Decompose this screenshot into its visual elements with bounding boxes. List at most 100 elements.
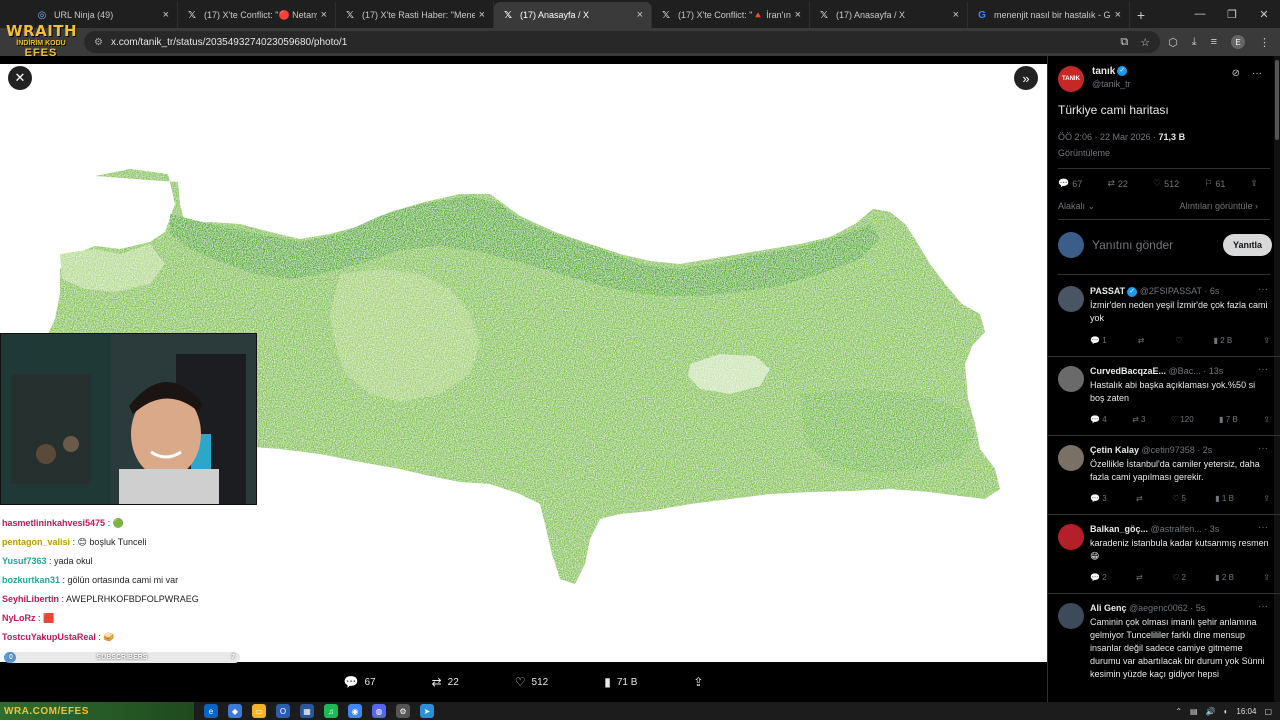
reading-list-icon[interactable]: ≡ (1211, 36, 1217, 48)
like-stat[interactable]: ♡ (1175, 336, 1182, 345)
minimize-icon[interactable]: — (1184, 0, 1216, 28)
repost-stat[interactable]: ⇄ (1138, 336, 1145, 345)
reply-author-name[interactable]: Ali Genç (1090, 603, 1127, 613)
downloads-icon[interactable]: ⤓ (1192, 36, 1197, 49)
reply-handle[interactable]: @cetin97358 · 2s (1142, 445, 1213, 455)
reply-stat[interactable]: 💬 2 (1090, 573, 1107, 582)
post-timestamp[interactable]: ÖÖ 2:06 · 22 Mar 2026 · (1058, 132, 1159, 142)
url-field[interactable]: ⚙ x.com/tanik_tr/status/2035493274023059… (84, 31, 1161, 53)
bookmark-star-icon[interactable]: ☆ (1140, 36, 1150, 49)
like-action[interactable]: ♡ 512 (515, 675, 548, 689)
reply-handle[interactable]: @aegenc0062 · 5s (1129, 603, 1205, 613)
reply-author-name[interactable]: CurvedBacqzaE... (1090, 366, 1166, 376)
share-icon[interactable]: ⇪ (1263, 573, 1270, 582)
toggle-sidebar-button[interactable]: » (1014, 66, 1038, 90)
reply-input[interactable]: Yanıtını gönder (1092, 238, 1215, 252)
reply-author-name[interactable]: PASSAT (1090, 286, 1125, 296)
views-stat[interactable]: ▮ 2 B (1215, 573, 1234, 582)
menu-kebab-icon[interactable]: ⋮ (1259, 36, 1270, 49)
browser-tab[interactable]: 𝕏 (17) Anasayfa / X × (810, 2, 968, 28)
pin-icon[interactable]: ➤ (420, 704, 434, 718)
like-stat[interactable]: ♡ 512 (1153, 178, 1179, 189)
copilot-icon[interactable]: ◆ (228, 704, 242, 718)
sidebar-scrollbar[interactable] (1274, 56, 1280, 702)
browser-tab[interactable]: G menenjit nasıl bir hastalık - Goo × (968, 2, 1130, 28)
author-avatar[interactable]: TANIK (1058, 66, 1084, 92)
share-action[interactable]: ⇪ (693, 675, 703, 689)
settings-icon[interactable]: ⚙ (396, 704, 410, 718)
chevron-up-icon[interactable]: ⌃ (1175, 707, 1182, 716)
scrollbar-thumb[interactable] (1275, 60, 1279, 140)
reply-avatar[interactable] (1058, 603, 1084, 629)
repost-stat[interactable]: ⇄ 3 (1132, 415, 1145, 424)
close-tab-icon[interactable]: × (795, 9, 801, 21)
more-options-icon[interactable]: ··· (1252, 68, 1262, 79)
reply-avatar[interactable] (1058, 286, 1084, 312)
language-icon[interactable]: ◐ (1224, 707, 1229, 716)
reply-avatar[interactable] (1058, 366, 1084, 392)
repost-action[interactable]: ⇄ 22 (432, 675, 459, 689)
outlook-icon[interactable]: O (276, 704, 290, 718)
close-tab-icon[interactable]: × (1115, 9, 1121, 21)
reply-handle[interactable]: @2FSIPASSAT · 6s (1140, 286, 1220, 296)
reply-action[interactable]: 💬 67 (344, 675, 376, 689)
install-app-icon[interactable]: ⧉ (1120, 36, 1128, 49)
spotify-icon[interactable]: ♫ (324, 704, 338, 718)
close-viewer-button[interactable]: ✕ (8, 66, 32, 90)
more-options-icon[interactable]: ··· (1258, 601, 1268, 612)
repost-stat[interactable]: ⇄ (1136, 494, 1143, 503)
edge-icon[interactable]: e (204, 704, 218, 718)
share-icon[interactable]: ⇪ (1263, 336, 1270, 345)
reply-stat[interactable]: 💬 1 (1090, 336, 1107, 345)
views-stat[interactable]: ▮ 2 B (1214, 336, 1233, 345)
views-stat[interactable]: ▮ 7 B (1219, 415, 1238, 424)
discord-icon[interactable]: ◍ (372, 704, 386, 718)
extensions-icon[interactable]: ⬡ (1168, 36, 1178, 49)
profile-avatar[interactable]: E (1231, 35, 1245, 49)
volume-icon[interactable]: 🔊 (1206, 707, 1216, 716)
more-options-icon[interactable]: ··· (1258, 284, 1268, 295)
close-tab-icon[interactable]: × (479, 9, 485, 21)
restore-icon[interactable]: ❐ (1216, 0, 1248, 28)
browser-tab-active[interactable]: 𝕏 (17) Anasayfa / X × (494, 2, 652, 28)
close-tab-icon[interactable]: × (953, 9, 959, 21)
views-stat[interactable]: ▮ 1 B (1215, 494, 1234, 503)
grok-icon[interactable]: ⊘ (1232, 68, 1240, 79)
reply-author-name[interactable]: Çetin Kalay (1090, 445, 1139, 455)
share-icon[interactable]: ⇪ (1263, 494, 1270, 503)
close-tab-icon[interactable]: × (163, 9, 169, 21)
notifications-icon[interactable]: ▢ (1264, 707, 1272, 716)
bookmark-stat[interactable]: ⚐ 61 (1204, 178, 1225, 189)
store-icon[interactable]: ▦ (300, 704, 314, 718)
reply-handle[interactable]: @astralfen... · 3s (1151, 524, 1220, 534)
file-explorer-icon[interactable]: ▭ (252, 704, 266, 718)
author-handle[interactable]: @tanik_tr (1092, 79, 1131, 89)
post-author[interactable]: TANIK tanık ✓ @tanik_tr (1058, 66, 1131, 92)
more-options-icon[interactable]: ··· (1258, 443, 1268, 454)
browser-tab[interactable]: 𝕏 (17) X'te Conflict: "🔺 İran'ın ba × (652, 2, 810, 28)
reply-stat[interactable]: 💬 67 (1058, 178, 1082, 189)
browser-tab[interactable]: 𝕏 (17) X'te Conflict: "🔴 Netanyahu × (178, 2, 336, 28)
more-options-icon[interactable]: ··· (1258, 364, 1268, 375)
share-stat[interactable]: ⇪ (1250, 178, 1258, 189)
clock[interactable]: 16:04 (1236, 707, 1256, 716)
reply-handle[interactable]: @Bac... · 13s (1169, 366, 1224, 376)
sort-dropdown[interactable]: Alakalı ⌄ (1058, 201, 1095, 212)
reply-stat[interactable]: 💬 3 (1090, 494, 1107, 503)
repost-stat[interactable]: ⇄ 22 (1107, 178, 1128, 189)
like-stat[interactable]: ♡ 2 (1172, 573, 1186, 582)
reply-avatar[interactable] (1058, 445, 1084, 471)
chrome-icon[interactable]: ◉ (348, 704, 362, 718)
user-avatar[interactable] (1058, 232, 1084, 258)
reply-author-name[interactable]: Balkan_göç... (1090, 524, 1148, 534)
browser-tab[interactable]: 𝕏 (17) X'te Rasti Haber: "Menenjit × (336, 2, 494, 28)
reply-stat[interactable]: 💬 4 (1090, 415, 1107, 424)
close-tab-icon[interactable]: × (637, 9, 643, 21)
reply-button[interactable]: Yanıtla (1222, 234, 1272, 256)
network-icon[interactable]: ▤ (1190, 707, 1198, 716)
site-info-icon[interactable]: ⚙ (94, 37, 103, 48)
like-stat[interactable]: ♡ 120 (1171, 415, 1194, 424)
views-action[interactable]: ▮ 71 B (604, 675, 637, 689)
close-window-icon[interactable]: ✕ (1248, 0, 1280, 28)
reply-avatar[interactable] (1058, 524, 1084, 550)
